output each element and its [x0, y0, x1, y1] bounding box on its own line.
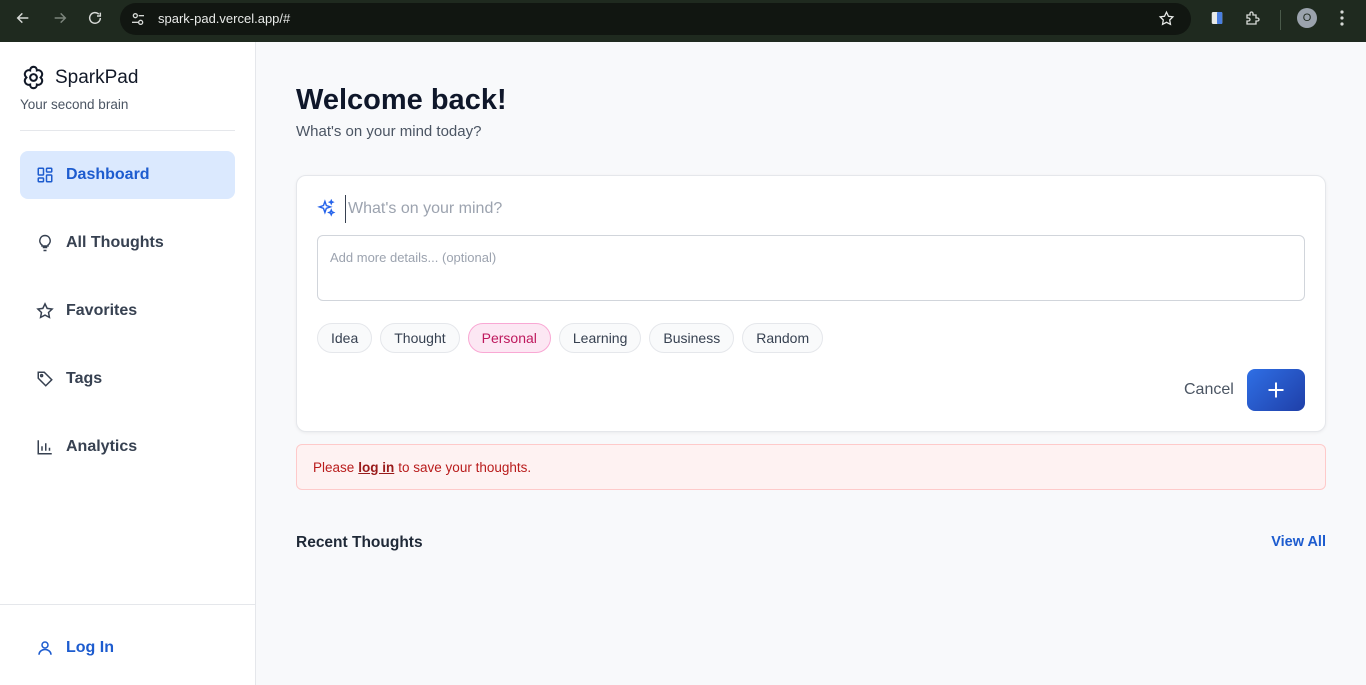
address-bar[interactable]: spark-pad.vercel.app/# — [120, 3, 1191, 35]
tag-chip-business[interactable]: Business — [649, 323, 735, 353]
sidebar-item-favorites[interactable]: Favorites — [20, 287, 235, 335]
login-button[interactable]: Log In — [20, 626, 235, 670]
browser-toolbar: spark-pad.vercel.app/# O — [0, 0, 1366, 42]
tag-chip-learning[interactable]: Learning — [558, 323, 642, 353]
sidebar-item-all-thoughts[interactable]: All Thoughts — [20, 219, 235, 267]
back-arrow-icon[interactable] — [13, 8, 33, 28]
puzzle-icon[interactable] — [1244, 9, 1262, 27]
extension-icon[interactable] — [1208, 9, 1226, 27]
sidebar-item-analytics[interactable]: Analytics — [20, 423, 235, 471]
forward-arrow-icon[interactable] — [50, 8, 70, 28]
sidebar-item-label: All Thoughts — [66, 234, 164, 251]
brand-name: SparkPad — [55, 66, 139, 88]
reload-icon[interactable] — [85, 8, 105, 28]
thought-title-input[interactable] — [345, 195, 1285, 223]
main-content: Welcome back! What's on your mind today?… — [256, 42, 1366, 685]
page-title: Welcome back! — [296, 84, 507, 116]
sidebar-footer-divider — [0, 604, 256, 605]
sidebar-item-label: Tags — [66, 370, 103, 387]
cancel-button[interactable]: Cancel — [1184, 381, 1234, 399]
sidebar-divider — [20, 130, 235, 131]
sidebar-item-label: Dashboard — [66, 166, 150, 183]
sidebar-item-tags[interactable]: Tags — [20, 355, 235, 403]
brand-tagline: Your second brain — [20, 97, 129, 112]
tag-chip-thought[interactable]: Thought — [380, 323, 460, 353]
brand[interactable]: SparkPad — [20, 64, 138, 91]
tag-chip-personal[interactable]: Personal — [467, 323, 551, 353]
sidebar-item-dashboard[interactable]: Dashboard — [20, 151, 235, 199]
tag-chip-idea[interactable]: Idea — [317, 323, 373, 353]
user-icon — [38, 641, 52, 655]
profile-avatar[interactable]: O — [1297, 8, 1317, 28]
thought-composer: Idea Thought Personal Learning Business … — [296, 175, 1326, 432]
bar-chart-icon — [37, 440, 52, 455]
login-label: Log In — [66, 639, 114, 656]
add-thought-button[interactable] — [1247, 369, 1305, 411]
dashboard-icon — [37, 167, 53, 183]
recent-thoughts-heading: Recent Thoughts — [296, 534, 423, 551]
lightbulb-icon — [39, 234, 51, 252]
star-icon — [36, 302, 54, 319]
toolbar-divider — [1280, 10, 1281, 30]
view-all-link[interactable]: View All — [1271, 534, 1326, 550]
url-text[interactable]: spark-pad.vercel.app/# — [158, 11, 290, 26]
tag-icon — [37, 371, 53, 387]
page-subtitle: What's on your mind today? — [296, 123, 482, 140]
sparkles-icon — [317, 199, 336, 217]
site-settings-icon[interactable] — [130, 11, 146, 27]
login-required-alert: Please log in to save your thoughts. — [296, 444, 1326, 490]
sidebar-item-label: Favorites — [66, 302, 138, 319]
flower-logo-icon — [23, 65, 44, 90]
sidebar-item-label: Analytics — [66, 438, 138, 455]
plus-icon — [1268, 382, 1284, 398]
alert-prefix: Please — [313, 459, 355, 475]
tag-selector: Idea Thought Personal Learning Business … — [317, 323, 824, 353]
bookmark-star-icon[interactable] — [1158, 10, 1175, 27]
login-link[interactable]: log in — [358, 460, 394, 475]
alert-suffix: to save your thoughts. — [398, 459, 532, 475]
tag-chip-random[interactable]: Random — [742, 323, 824, 353]
thought-details-textarea[interactable] — [317, 235, 1305, 301]
sidebar: SparkPad Your second brain Dashboard All… — [0, 42, 256, 685]
kebab-menu-icon[interactable] — [1334, 9, 1350, 27]
